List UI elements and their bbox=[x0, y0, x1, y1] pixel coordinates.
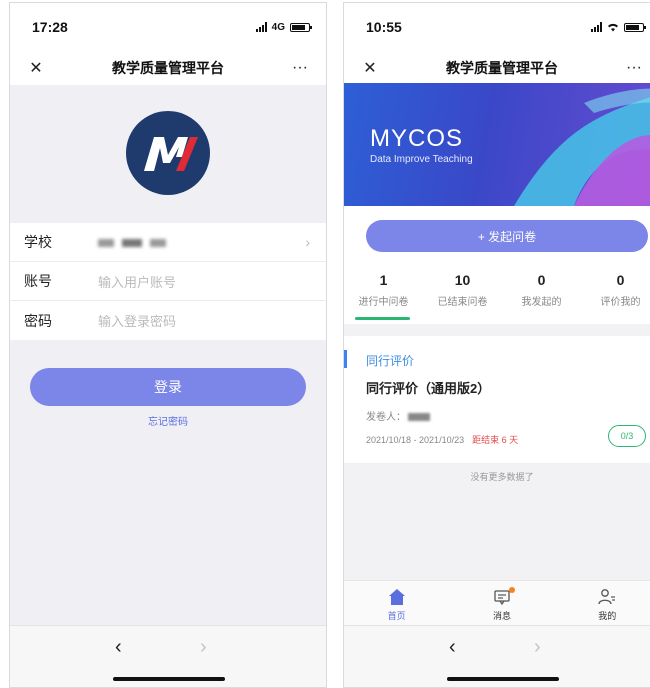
forward-icon[interactable]: › bbox=[200, 636, 207, 659]
status-icons: 4G bbox=[255, 21, 312, 33]
stat-initiated[interactable]: 0 我发起的 bbox=[502, 272, 581, 308]
network-type: 4G bbox=[271, 21, 285, 33]
stat-label: 评价我的 bbox=[600, 297, 641, 308]
signal-icon bbox=[255, 22, 267, 32]
profile-icon bbox=[598, 589, 616, 605]
back-icon[interactable]: ‹ bbox=[115, 636, 122, 659]
date-range: 2021/10/18 - 2021/10/23 bbox=[366, 435, 465, 445]
account-label: 账号 bbox=[24, 273, 52, 289]
stat-number: 10 bbox=[454, 272, 471, 288]
summary-card: + 发起问卷 1 进行中问卷 10 已结束问卷 0 我发起的 0 评价我的 bbox=[344, 206, 650, 324]
login-button[interactable]: 登录 bbox=[30, 368, 306, 406]
active-tab-indicator bbox=[355, 317, 410, 320]
home-screen: 10:55 ✕ 教学质量管理平台 ··· MYCOS Data Improve … bbox=[343, 2, 650, 688]
password-row: 密码 输入登录密码 bbox=[10, 301, 326, 340]
banner-subtitle: Data Improve Teaching bbox=[370, 154, 473, 165]
stat-number: 0 bbox=[537, 272, 546, 288]
forward-icon[interactable]: › bbox=[534, 636, 541, 659]
school-label: 学校 bbox=[24, 234, 52, 250]
survey-dates: 2021/10/18 - 2021/10/23 距结束 6 天 bbox=[366, 433, 518, 446]
status-icons bbox=[591, 22, 646, 32]
launch-survey-button[interactable]: + 发起问卷 bbox=[366, 220, 648, 252]
school-name-redacted bbox=[98, 239, 178, 248]
tab-home[interactable]: 首页 bbox=[362, 581, 432, 628]
hero-banner: MYCOS Data Improve Teaching bbox=[344, 83, 650, 206]
battery-icon bbox=[290, 22, 312, 32]
account-input[interactable]: 输入用户账号 bbox=[98, 272, 326, 291]
stat-number: 1 bbox=[379, 272, 388, 288]
page-title: 教学质量管理平台 bbox=[446, 60, 558, 76]
forgot-password-link[interactable]: 忘记密码 bbox=[10, 413, 326, 428]
status-time: 10:55 bbox=[366, 19, 402, 35]
home-indicator bbox=[447, 677, 559, 681]
close-icon[interactable]: ✕ bbox=[24, 58, 48, 78]
battery-icon bbox=[624, 22, 646, 32]
more-icon[interactable]: ··· bbox=[622, 59, 646, 77]
mycos-logo bbox=[126, 111, 210, 195]
bottom-tabbar: 首页 消息 我的 bbox=[344, 580, 650, 628]
survey-title: 同行评价（通用版2） bbox=[366, 381, 491, 396]
issuer-label: 发卷人： bbox=[366, 412, 406, 423]
stat-evaluate-me[interactable]: 0 评价我的 bbox=[581, 272, 650, 308]
more-icon[interactable]: ··· bbox=[288, 59, 312, 77]
school-value bbox=[98, 235, 326, 250]
survey-card[interactable]: 同行评价 同行评价（通用版2） 发卷人： 2021/10/18 - 2021/1… bbox=[344, 336, 650, 463]
stat-label: 我发起的 bbox=[521, 297, 562, 308]
survey-issuer: 发卷人： bbox=[366, 408, 430, 423]
progress-badge: 0/3 bbox=[608, 425, 646, 447]
nav-bar: ✕ 教学质量管理平台 ··· bbox=[344, 51, 650, 85]
deadline-text: 距结束 6 天 bbox=[472, 435, 519, 445]
issuer-name-redacted bbox=[408, 413, 430, 422]
account-row: 账号 输入用户账号 bbox=[10, 262, 326, 301]
browser-toolbar: ‹ › bbox=[10, 625, 326, 687]
home-indicator bbox=[113, 677, 225, 681]
nav-bar: ✕ 教学质量管理平台 ··· bbox=[10, 51, 326, 85]
school-row[interactable]: 学校 › bbox=[10, 223, 326, 262]
survey-category: 同行评价 bbox=[366, 354, 415, 368]
no-more-data-text: 没有更多数据了 bbox=[470, 472, 534, 482]
status-bar: 10:55 bbox=[344, 3, 650, 51]
status-time: 17:28 bbox=[32, 19, 68, 35]
signal-icon bbox=[591, 22, 602, 32]
stat-finished[interactable]: 10 已结束问卷 bbox=[423, 272, 502, 308]
banner-title: MYCOS bbox=[370, 125, 464, 152]
stats-tabs: 1 进行中问卷 10 已结束问卷 0 我发起的 0 评价我的 bbox=[344, 272, 650, 320]
tab-label: 首页 bbox=[387, 611, 406, 621]
unread-dot bbox=[508, 587, 515, 593]
tab-profile[interactable]: 我的 bbox=[572, 581, 642, 628]
close-icon[interactable]: ✕ bbox=[358, 58, 382, 78]
tab-label: 消息 bbox=[492, 611, 511, 621]
wifi-icon bbox=[608, 23, 618, 32]
login-form: 学校 › 账号 输入用户账号 密码 输入登录密码 bbox=[10, 223, 326, 340]
chevron-right-icon: › bbox=[305, 234, 310, 250]
home-icon bbox=[388, 589, 405, 605]
back-icon[interactable]: ‹ bbox=[449, 636, 456, 659]
stat-number: 0 bbox=[616, 272, 625, 288]
tab-label: 我的 bbox=[598, 611, 617, 621]
page-title: 教学质量管理平台 bbox=[112, 60, 224, 76]
tab-messages[interactable]: 消息 bbox=[467, 581, 537, 628]
login-body: 学校 › 账号 输入用户账号 密码 输入登录密码 登录 忘记密码 bbox=[10, 85, 326, 625]
stat-label: 进行中问卷 bbox=[358, 297, 409, 308]
stat-label: 已结束问卷 bbox=[437, 297, 488, 308]
browser-toolbar: ‹ › bbox=[344, 625, 650, 687]
status-bar: 17:28 4G bbox=[10, 3, 326, 51]
stat-in-progress[interactable]: 1 进行中问卷 bbox=[344, 272, 423, 320]
password-input[interactable]: 输入登录密码 bbox=[98, 311, 326, 330]
category-accent bbox=[344, 350, 347, 368]
login-screen: 17:28 4G ✕ 教学质量管理平台 ··· 学校 › 账号 输入用户账号 密… bbox=[9, 2, 327, 688]
password-label: 密码 bbox=[24, 312, 52, 329]
